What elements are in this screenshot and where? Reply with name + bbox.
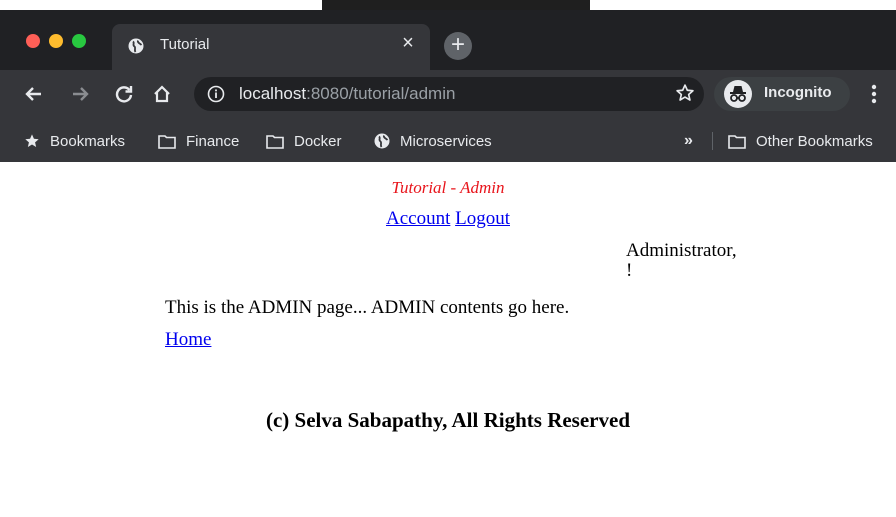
bookmarks-label: Bookmarks <box>50 132 126 150</box>
url-path: :8080/tutorial/admin <box>306 84 456 103</box>
bookmarks-item[interactable]: Bookmarks <box>24 120 125 162</box>
back-button[interactable] <box>22 81 46 107</box>
bookmark-finance-label: Finance <box>186 132 240 150</box>
folder-icon <box>728 134 746 149</box>
new-tab-button[interactable]: + <box>444 32 472 60</box>
close-window-button[interactable] <box>26 34 40 48</box>
logout-link[interactable]: Logout <box>455 208 510 229</box>
arrow-left-icon <box>25 87 41 101</box>
incognito-label: Incognito <box>764 84 832 101</box>
top-nav: Account Logout <box>0 208 896 230</box>
tab-strip: Tutorial × + <box>0 10 896 70</box>
incognito-icon <box>724 80 752 108</box>
bookmark-docker-label: Docker <box>294 132 342 150</box>
info-icon[interactable] <box>207 85 225 103</box>
footer-copyright: (c) Selva Sabapathy, All Rights Reserved <box>265 408 630 432</box>
browser-menu-button[interactable] <box>862 80 886 108</box>
forward-button[interactable] <box>68 81 92 107</box>
kebab-menu-icon <box>871 84 877 104</box>
star-outline-icon <box>676 84 694 101</box>
globe-icon <box>128 38 144 54</box>
url-host: localhost <box>239 84 307 103</box>
other-bookmarks-label: Other Bookmarks <box>756 132 873 150</box>
incognito-indicator[interactable]: Incognito <box>714 77 850 111</box>
globe-icon <box>374 133 390 149</box>
star-icon <box>25 134 39 147</box>
admin-content: This is the ADMIN page... ADMIN contents… <box>165 297 570 318</box>
tab-close-icon[interactable]: × <box>398 33 418 53</box>
url-text[interactable]: localhost:8080/tutorial/admin <box>239 84 455 104</box>
user-greeting: Administrator, ! <box>626 241 737 281</box>
page-title: Tutorial - Admin <box>391 178 505 197</box>
tab-tutorial[interactable]: Tutorial × <box>112 24 430 70</box>
maximize-window-button[interactable] <box>72 34 86 48</box>
page-content: Tutorial - Admin Account Logout Administ… <box>0 162 896 517</box>
arrow-right-icon <box>73 87 89 101</box>
top-strip-bar <box>322 0 590 10</box>
account-link[interactable]: Account <box>386 208 450 229</box>
bookmarks-divider <box>712 132 713 150</box>
folder-icon <box>266 134 284 149</box>
home-link[interactable]: Home <box>165 329 211 351</box>
home-button[interactable] <box>150 81 174 107</box>
folder-icon <box>158 134 176 149</box>
reload-icon <box>115 86 133 103</box>
tab-title: Tutorial <box>160 36 210 53</box>
bookmark-microservices-label: Microservices <box>400 132 492 150</box>
minimize-window-button[interactable] <box>49 34 63 48</box>
reload-button[interactable] <box>112 81 136 107</box>
user-name: ! <box>626 260 633 281</box>
home-icon <box>154 85 170 103</box>
bookmark-star-button[interactable] <box>672 80 698 106</box>
browser-toolbar: localhost:8080/tutorial/admin Incognito <box>0 70 896 120</box>
bookmarks-bar: Bookmarks Finance Docker Microservices »… <box>0 120 896 162</box>
bookmarks-overflow-button[interactable]: » <box>684 120 693 162</box>
bookmark-folder-finance[interactable]: Finance <box>158 120 239 162</box>
bookmark-folder-docker[interactable]: Docker <box>266 120 342 162</box>
user-role: Administrator, <box>626 240 737 261</box>
other-bookmarks[interactable]: Other Bookmarks <box>728 120 873 162</box>
address-bar[interactable]: localhost:8080/tutorial/admin <box>194 77 704 111</box>
bookmark-microservices[interactable]: Microservices <box>374 120 492 162</box>
